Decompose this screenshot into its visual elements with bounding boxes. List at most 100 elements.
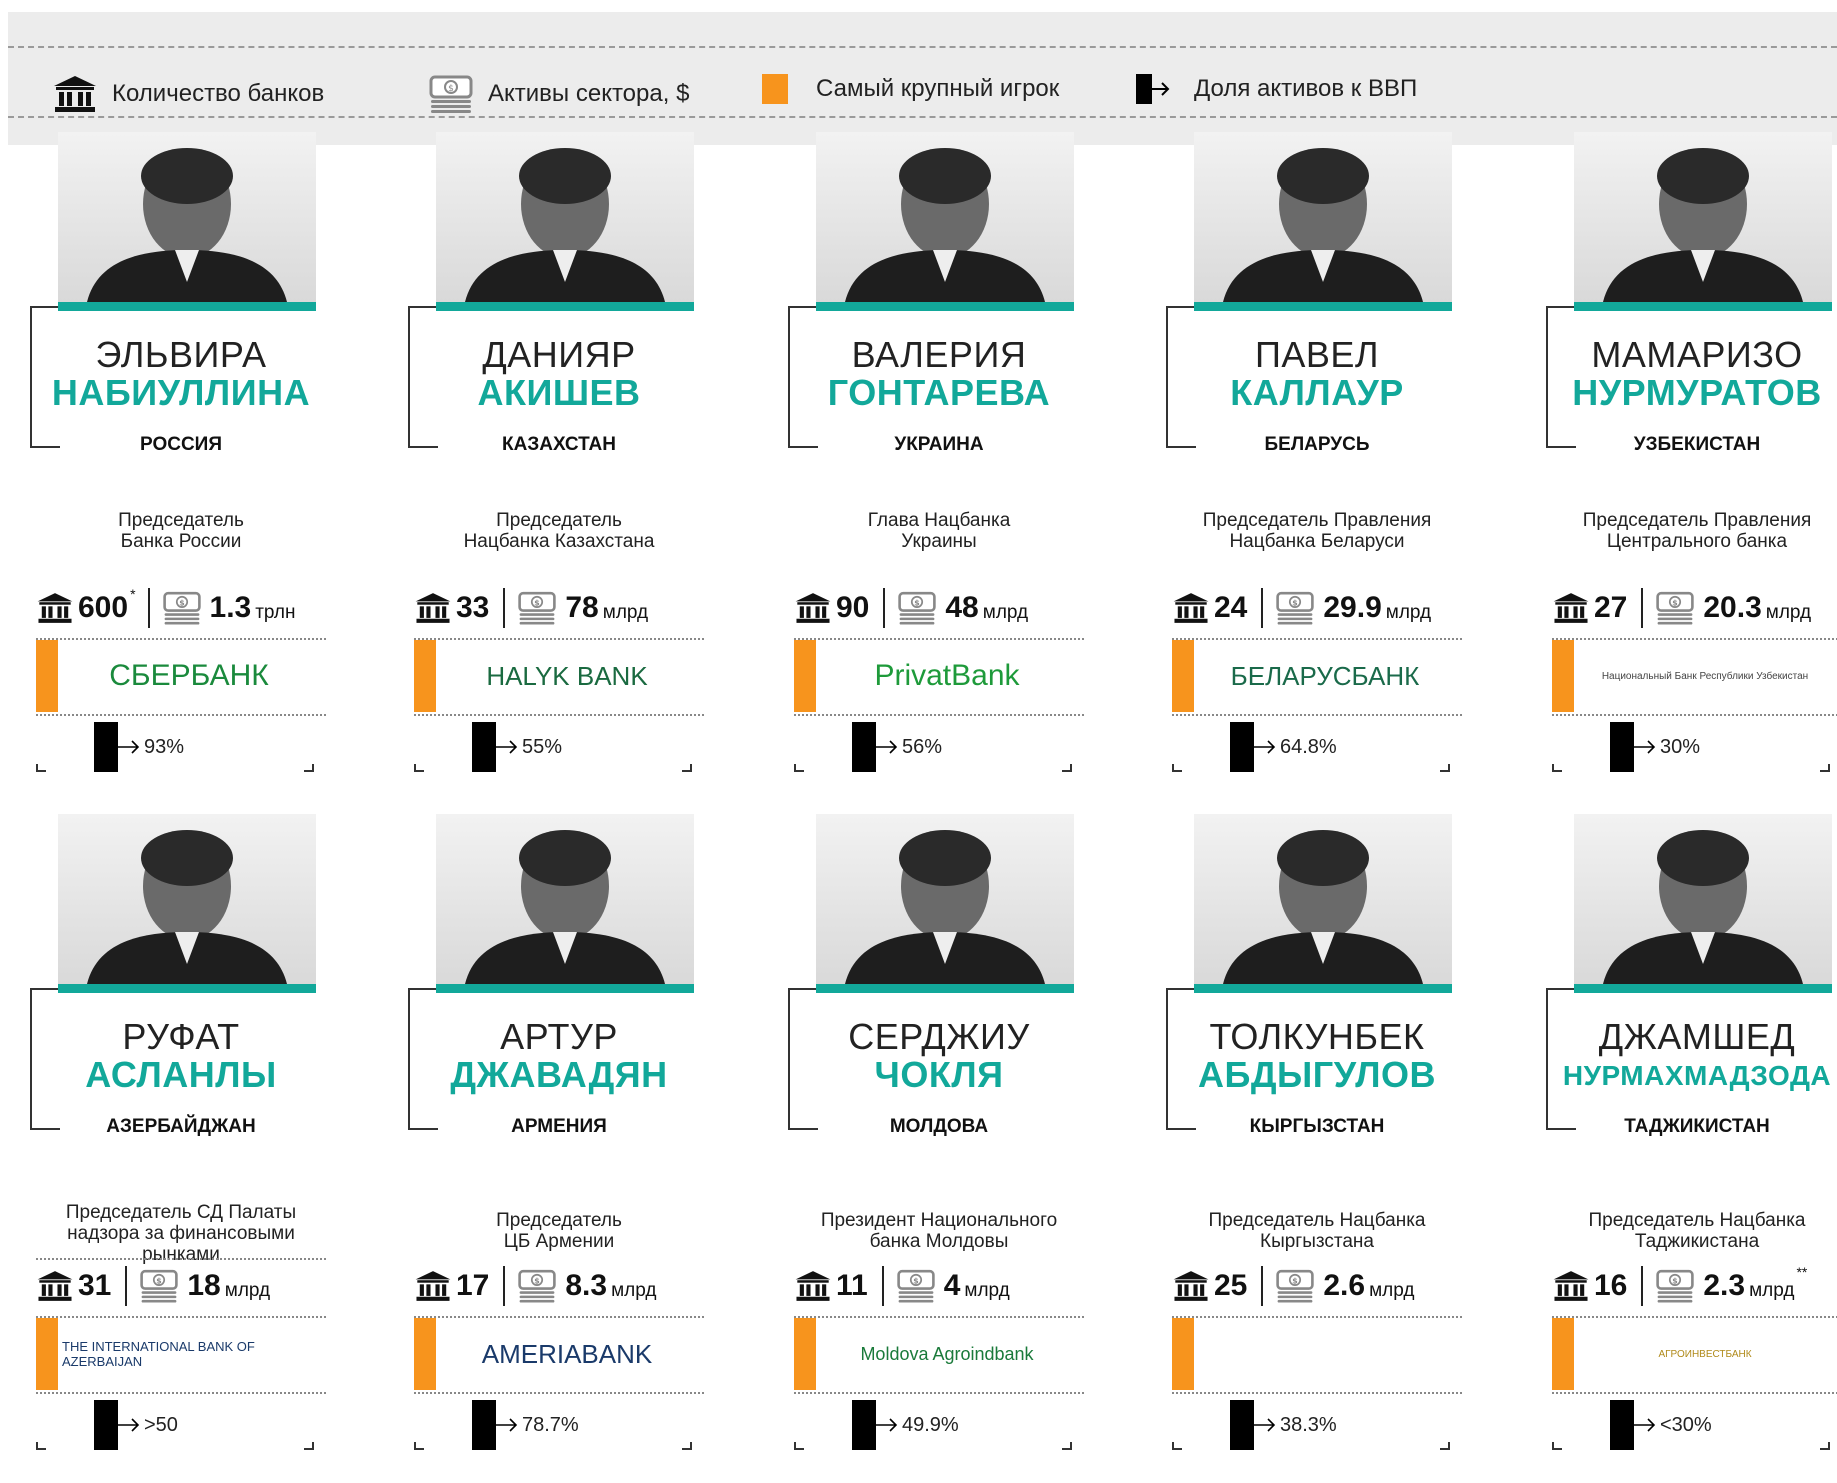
- person-card: РУФАТ АСЛАНЛЫ АЗЕРБАЙДЖАН Председатель С…: [0, 814, 326, 1450]
- money-stack-icon: $: [517, 1268, 557, 1304]
- assets-value: 2.3: [1703, 1269, 1746, 1302]
- position-line-1: Президент Национального: [820, 1210, 1058, 1231]
- person-silhouette-icon: [1603, 148, 1803, 302]
- corner-mark: [1440, 1442, 1450, 1450]
- first-name: АРТУР: [500, 1016, 618, 1057]
- assets-value: 2.6: [1323, 1269, 1366, 1302]
- assets-value: 1.3: [209, 591, 252, 624]
- stats-separator: [1261, 588, 1264, 628]
- assets-unit: млрд: [1369, 1280, 1415, 1301]
- stats-row: 17 $ 8.3 млрд: [414, 1260, 704, 1312]
- money-stack-icon: $: [897, 590, 937, 626]
- bank-count-footnote: *: [130, 586, 136, 602]
- arrow-right-icon: [1634, 1418, 1656, 1432]
- dotted-divider: [414, 714, 704, 716]
- legend-top-player: Самый крупный игрок: [762, 74, 1059, 104]
- gdp-block-icon: [852, 1400, 876, 1450]
- last-name: ДЖАВАДЯН: [450, 1054, 668, 1095]
- top-player-marker: [1552, 640, 1574, 712]
- position-line-1: Председатель: [496, 1210, 622, 1231]
- person-silhouette-icon: [845, 148, 1045, 302]
- teal-accent-bar: [1194, 984, 1452, 993]
- teal-accent-bar: [436, 984, 694, 993]
- arrow-right-icon: [496, 1418, 518, 1432]
- svg-text:$: $: [915, 598, 920, 607]
- bank-count: 11: [836, 1269, 868, 1302]
- first-name: СЕРДЖИУ: [848, 1016, 1030, 1057]
- gdp-value: 49.9%: [902, 1413, 959, 1436]
- assets-unit: млрд: [602, 602, 649, 623]
- name-bracket: [1546, 988, 1576, 1130]
- assets-unit: млрд: [611, 1280, 657, 1301]
- orange-swatch-icon: [762, 74, 788, 104]
- first-name: ЭЛЬВИРА: [95, 334, 267, 375]
- position-title: Председатель Правления Нацбанка Беларуси: [1172, 510, 1462, 552]
- person-card: ДАНИЯР АКИШЕВ КАЗАХСТАН Председатель Нацб…: [378, 132, 704, 772]
- svg-text:$: $: [157, 1276, 162, 1285]
- bank-logo: Национальный Банк Республики Узбекистан: [1578, 640, 1832, 712]
- assets-value: 4: [943, 1269, 961, 1302]
- portrait-photo: [1194, 814, 1452, 984]
- bank-logo-text: HALYK BANK: [486, 660, 648, 691]
- assets-unit: млрд: [1385, 602, 1432, 623]
- assets-unit: млрд: [1765, 602, 1812, 623]
- dotted-divider: [794, 1392, 1084, 1394]
- person-card: ЭЛЬВИРА НАБИУЛЛИНА РОССИЯ Председатель Ба…: [0, 132, 326, 772]
- person-card: ТОЛКУНБЕК АБДЫГУЛОВ КЫРГЫЗСТАН Председат…: [1136, 814, 1462, 1450]
- corner-mark: [794, 1442, 804, 1450]
- position-title: Председатель Нацбанка Казахстана: [414, 510, 704, 552]
- person-card: АРТУР ДЖАВАДЯН АРМЕНИЯ Председатель ЦБ Ар…: [378, 814, 704, 1450]
- portrait-photo: [816, 814, 1074, 984]
- corner-mark: [36, 764, 46, 772]
- legend-bottom-divider: [8, 116, 1837, 118]
- bank-logo: Moldova Agroindbank: [820, 1318, 1074, 1390]
- money-stack-icon: $: [162, 590, 202, 626]
- top-player-marker: [414, 1318, 436, 1390]
- country-name: ТАДЖИКИСТАН: [1624, 1116, 1770, 1137]
- top-player-marker: [36, 640, 58, 712]
- gdp-value: 93%: [144, 735, 185, 758]
- legend-top-divider: [8, 46, 1837, 48]
- position-title: Председатель Нацбанка Кыргызстана: [1172, 1210, 1462, 1252]
- bank-logo-text: AMERIABANK: [481, 1338, 653, 1369]
- gdp-block-icon: [472, 1400, 496, 1450]
- assets-value: 78: [565, 591, 599, 624]
- teal-accent-bar: [58, 302, 316, 311]
- bank-icon: [794, 1269, 832, 1303]
- person-card: ВАЛЕРИЯ ГОНТАРЕВА УКРАИНА Глава Нацбанка…: [758, 132, 1084, 772]
- position-title: Председатель Нацбанка Таджикистана: [1552, 1210, 1837, 1252]
- dotted-divider: [1552, 714, 1837, 716]
- bank-count: 27: [1594, 591, 1628, 624]
- bank-logo: HALYK BANK: [440, 640, 694, 712]
- corner-mark: [1440, 764, 1450, 772]
- gdp-block-icon: [1610, 1400, 1634, 1450]
- position-line-1: Председатель Нацбанка: [1208, 1210, 1426, 1231]
- bank-icon: [1172, 591, 1210, 625]
- person-silhouette-icon: [1223, 148, 1423, 302]
- bank-logo-text: PrivatBank: [874, 659, 1020, 692]
- corner-mark: [1552, 764, 1562, 772]
- last-name: НАБИУЛЛИНА: [51, 372, 311, 413]
- arrow-right-icon: [118, 1418, 140, 1432]
- last-name: ГОНТАРЕВА: [827, 372, 1051, 413]
- bank-count: 31: [78, 1269, 112, 1302]
- arrow-block-icon: [1136, 74, 1170, 104]
- bank-logo: АГРОИНВЕСТБАНК: [1578, 1318, 1832, 1390]
- gdp-block-icon: [852, 722, 876, 772]
- gdp-share: 64.8%: [1230, 722, 1337, 772]
- corner-mark: [304, 764, 314, 772]
- bank-logo: PrivatBank: [820, 640, 1074, 712]
- top-player-marker: [1172, 1318, 1194, 1390]
- person-card: МАМАРИЗО НУРМУРАТОВ УЗБЕКИСТАН Председат…: [1516, 132, 1837, 772]
- position-line-1: Председатель Правления: [1202, 510, 1432, 531]
- legend-top-player-label: Самый крупный игрок: [816, 75, 1060, 102]
- portrait-photo: [58, 132, 316, 302]
- portrait-photo: [58, 814, 316, 984]
- arrow-right-icon: [876, 740, 898, 754]
- bank-logo-text: АГРОИНВЕСТБАНК: [1658, 1348, 1752, 1360]
- country-name: МОЛДОВА: [889, 1116, 989, 1137]
- gdp-block-icon: [94, 722, 118, 772]
- position-title: Председатель Банка России: [36, 510, 326, 552]
- portrait-photo: [1574, 814, 1832, 984]
- top-player-marker: [794, 1318, 816, 1390]
